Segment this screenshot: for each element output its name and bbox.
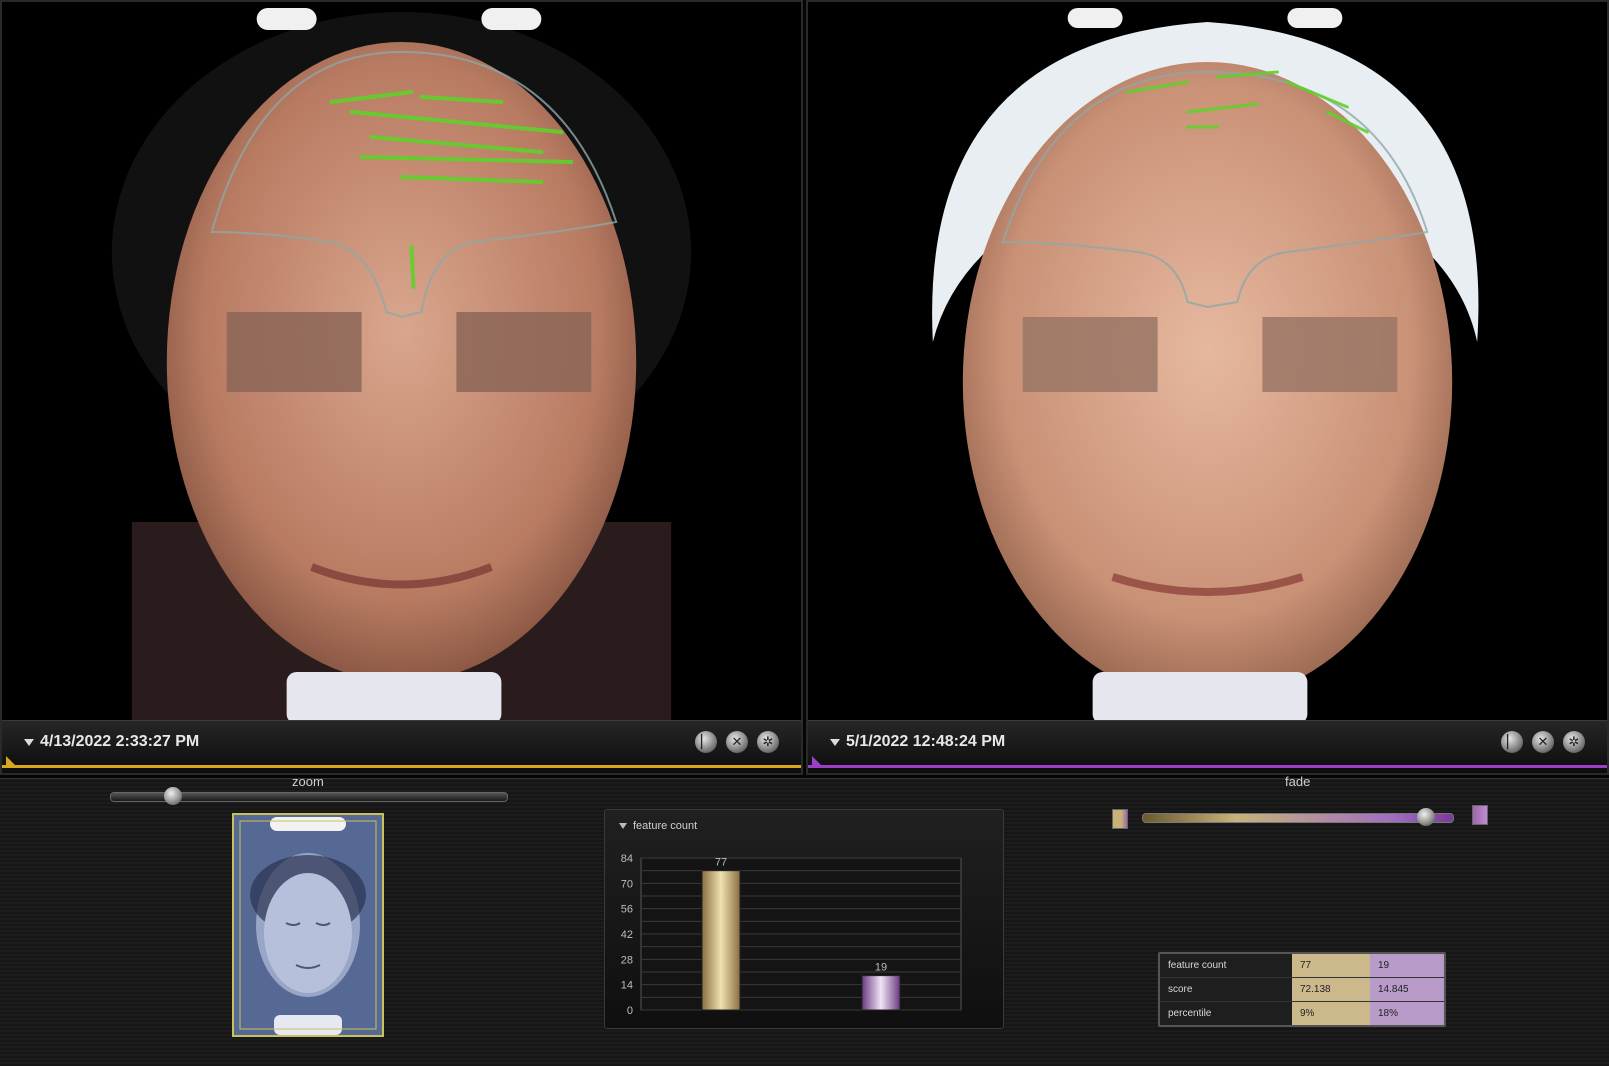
metric-label: feature count [1160, 954, 1292, 977]
control-panel: zoom 0 14 28 42 56 70 84 77 19 feature count fad… [0, 774, 1609, 1066]
capture-date-left: 4/13/2022 2:33:27 PM [40, 733, 200, 750]
feature-count-panel-header[interactable]: feature count [619, 820, 697, 832]
image-pane-left[interactable]: 4/13/2022 2:33:27 PM ▏ ✕ ✲ [0, 0, 803, 775]
date-selector-left[interactable]: 4/13/2022 2:33:27 PM [24, 733, 199, 751]
metric-value-after: 18% [1370, 1002, 1444, 1025]
y-tick-label: 84 [621, 853, 633, 865]
dropdown-arrow-icon [24, 738, 34, 746]
dropdown-arrow-icon [830, 738, 840, 746]
metric-label: percentile [1160, 1002, 1292, 1025]
capture-date-right: 5/1/2022 12:48:24 PM [846, 733, 1006, 750]
close-icon[interactable]: ✕ [1532, 731, 1554, 753]
date-selector-right[interactable]: 5/1/2022 12:48:24 PM [830, 733, 1005, 751]
metric-value-before: 77 [1292, 954, 1370, 977]
y-tick-label: 14 [621, 980, 633, 992]
y-tick-label: 56 [621, 904, 633, 916]
bar-before [701, 870, 741, 1011]
pane-corner-right [812, 756, 824, 768]
fade-swatch-after[interactable] [1472, 805, 1488, 825]
table-row: feature count 77 19 [1160, 954, 1444, 977]
table-row: percentile 9% 18% [1160, 1001, 1444, 1025]
zoom-slider-handle[interactable] [163, 787, 182, 805]
zoom-label: zoom [292, 774, 324, 789]
close-icon[interactable]: ✕ [726, 731, 748, 753]
metric-value-after: 19 [1370, 954, 1444, 977]
feature-count-chart: 0 14 28 42 56 70 84 77 19 [621, 853, 962, 1017]
y-tick-label: 0 [627, 1005, 633, 1017]
toggle-icon[interactable]: ▏ [1501, 731, 1523, 753]
pane-accent-left [2, 765, 801, 768]
navigator-face-image [234, 815, 382, 1035]
collapse-arrow-icon [619, 823, 627, 829]
face-photo-before[interactable] [2, 2, 801, 724]
bar-data-label: 77 [715, 857, 727, 869]
zoom-slider[interactable] [110, 787, 508, 805]
navigator-thumbnail[interactable] [232, 813, 384, 1037]
fade-swatch-before[interactable] [1112, 809, 1128, 829]
pane-corner-left [6, 756, 18, 768]
fade-slider[interactable] [1142, 808, 1454, 826]
bar-data-label: 19 [875, 962, 887, 974]
metric-value-after: 14.845 [1370, 978, 1444, 1001]
metrics-table: feature count 77 19 score 72.138 14.845 … [1158, 952, 1446, 1027]
table-row: score 72.138 14.845 [1160, 977, 1444, 1001]
pane-accent-right [808, 765, 1607, 768]
feature-count-panel: 0 14 28 42 56 70 84 77 19 feature count [604, 809, 1004, 1029]
fade-label: fade [1285, 774, 1311, 789]
metric-label: score [1160, 978, 1292, 1001]
face-photo-after[interactable] [808, 2, 1607, 724]
image-pane-right[interactable]: 5/1/2022 12:48:24 PM ▏ ✕ ✲ [806, 0, 1609, 775]
face-image-before [2, 2, 801, 724]
y-tick-label: 70 [621, 878, 633, 890]
pane-toolbar-right: 5/1/2022 12:48:24 PM ▏ ✕ ✲ [808, 720, 1607, 773]
y-tick-label: 42 [621, 929, 633, 941]
bar-after [861, 975, 901, 1011]
metric-value-before: 9% [1292, 1002, 1370, 1025]
face-image-after [808, 2, 1607, 724]
settings-icon[interactable]: ✲ [757, 731, 779, 753]
settings-icon[interactable]: ✲ [1563, 731, 1585, 753]
panel-title: feature count [633, 820, 698, 832]
toggle-icon[interactable]: ▏ [695, 731, 717, 753]
fade-slider-handle[interactable] [1417, 808, 1436, 826]
pane-toolbar-left: 4/13/2022 2:33:27 PM ▏ ✕ ✲ [2, 720, 801, 773]
metric-value-before: 72.138 [1292, 978, 1370, 1001]
y-tick-label: 28 [621, 954, 633, 966]
